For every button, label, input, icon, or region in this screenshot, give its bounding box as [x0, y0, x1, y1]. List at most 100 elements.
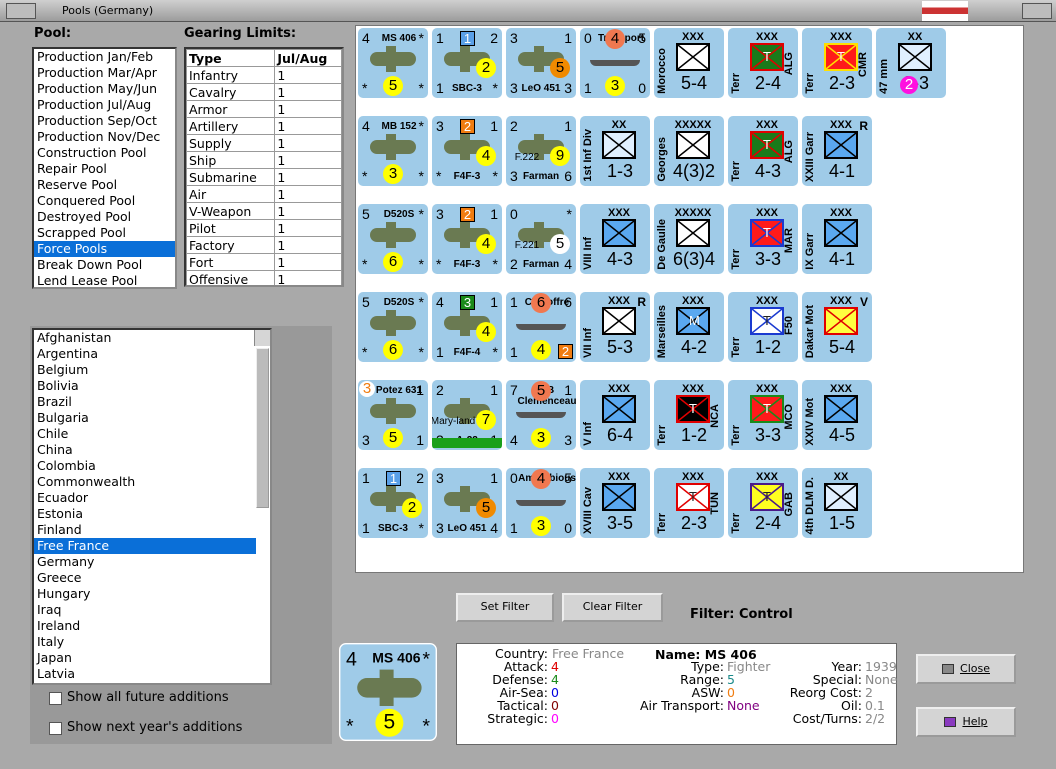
unit-counter[interactable]: 161CV Joffre642 [506, 292, 576, 362]
unit-counter[interactable]: 4 1 1 * F4F-4 3 4 [432, 292, 502, 362]
pool-item[interactable]: Break Down Pool [34, 257, 175, 273]
country-item[interactable]: Ecuador [34, 490, 256, 506]
country-item[interactable]: Afghanistan [34, 330, 256, 346]
next-year-checkbox[interactable] [49, 722, 62, 735]
unit-counter[interactable]: 4 * * * MB 152 3 [358, 116, 428, 186]
unit-counter[interactable]: Marseilles XXX M 4-2 [654, 292, 724, 362]
country-item[interactable]: Finland [34, 522, 256, 538]
unit-counter[interactable]: 0510Transport43 [580, 28, 650, 98]
home-region: TUN [709, 492, 721, 515]
country-item[interactable]: Latvia [34, 666, 256, 682]
unit-counter[interactable]: VIII Inf XXX 4-3 [580, 204, 650, 274]
unit-counter[interactable]: 0 * 2 4 Farman F.221 5 [506, 204, 576, 274]
unit-counter[interactable]: 0510Amphibious43 [506, 468, 576, 538]
counter-grid[interactable]: 4***MS 4065121*SBC-3123133LeO 45150510Tr… [355, 25, 1024, 573]
clear-filter-button[interactable]: Clear Filter [562, 593, 663, 622]
unit-counter[interactable]: 7143BB Clemenceau53 [506, 380, 576, 450]
unit-counter[interactable]: 4th DLM D. XX 1-5 [802, 468, 872, 538]
unit-counter[interactable]: 2131A-22Mary-land7 [432, 380, 502, 450]
country-item[interactable]: China [34, 442, 256, 458]
pool-item[interactable]: Destroyed Pool [34, 209, 175, 225]
country-item[interactable]: Ireland [34, 618, 256, 634]
unit-counter[interactable]: 1 3 1 3 Potez 631 5 [358, 380, 428, 450]
unit-counter[interactable]: IX Garr XXX 4-1 [802, 204, 872, 274]
pool-item[interactable]: Production Jan/Feb [34, 49, 175, 65]
country-item[interactable]: Commonwealth [34, 474, 256, 490]
pool-item[interactable]: Scrapped Pool [34, 225, 175, 241]
unit-counter[interactable]: Georges XXXXX 4(3)2 [654, 116, 724, 186]
unit-counter[interactable]: 5 * * * D520S 6 [358, 292, 428, 362]
pool-item[interactable]: Reserve Pool [34, 177, 175, 193]
unit-counter[interactable]: De Gaulle XXXXX 6(3)4 [654, 204, 724, 274]
pool-item[interactable]: Production May/Jun [34, 81, 175, 97]
unit-counter[interactable]: 47 mmXX2-32 [876, 28, 946, 98]
country-item[interactable]: Colombia [34, 458, 256, 474]
pool-item[interactable]: Production Jul/Aug [34, 97, 175, 113]
unit-name: MB 152 [381, 121, 417, 132]
country-scrollbar[interactable] [254, 330, 270, 508]
range-badge: 6 [383, 252, 403, 272]
unit-counter[interactable]: Terr XXX T 2-4 ALG [728, 28, 798, 98]
country-item[interactable]: Italy [34, 634, 256, 650]
unit-counter[interactable]: Terr XXX T 3-3 MAR [728, 204, 798, 274]
unit-counter[interactable]: Terr XXX T 1-2 NCA [654, 380, 724, 450]
pool-item[interactable]: Production Mar/Apr [34, 65, 175, 81]
future-additions-checkbox[interactable] [49, 692, 62, 705]
country-item[interactable]: Belgium [34, 362, 256, 378]
country-item[interactable]: Estonia [34, 506, 256, 522]
close-button[interactable]: Close [916, 654, 1016, 684]
unit-counter[interactable]: 3 1 3 3 LeO 451 5 [506, 28, 576, 98]
country-item[interactable]: Argentina [34, 346, 256, 362]
unit-counter[interactable]: 2 1 3 6 Farman F.222 9 [506, 116, 576, 186]
unit-size: XXX [607, 207, 630, 219]
pool-item[interactable]: Production Nov/Dec [34, 129, 175, 145]
country-item[interactable]: Iraq [34, 602, 256, 618]
unit-counter[interactable]: 5 * * * D520S 6 [358, 204, 428, 274]
unit-counter[interactable]: 1 2 1 * SBC-3 1 2 [358, 468, 428, 538]
window-control-button[interactable] [1022, 3, 1052, 19]
unit-counter[interactable]: 3 1 3 4 LeO 451 5 [432, 468, 502, 538]
pool-item[interactable]: Lend Lease Pool [34, 273, 175, 287]
unit-counter[interactable]: 1 2 1 * SBC-3 1 2 [432, 28, 502, 98]
unit-counter[interactable]: Terr XXX T 3-3 MCO [728, 380, 798, 450]
country-item[interactable]: Hungary [34, 586, 256, 602]
help-button[interactable]: Help [916, 707, 1016, 737]
set-filter-button[interactable]: Set Filter [456, 593, 554, 622]
unit-counter[interactable]: 3 1 * * F4F-3 2 4 [432, 204, 502, 274]
unit-counter[interactable]: 3 1 * * F4F-3 2 4 [432, 116, 502, 186]
unit-counter[interactable]: Morocco XXX 5-4 [654, 28, 724, 98]
unit-counter[interactable]: Dakar Mot XXX 5-4 V [802, 292, 872, 362]
unit-counter[interactable]: 1st Inf Div XX 1-3 [580, 116, 650, 186]
country-item[interactable]: Bolivia [34, 378, 256, 394]
country-item[interactable]: Japan [34, 650, 256, 666]
country-item[interactable]: Greece [34, 570, 256, 586]
unit-counter[interactable]: V Inf XXX 6-4 [580, 380, 650, 450]
unit-counter[interactable]: XXIV Mot XXX 4-5 [802, 380, 872, 450]
country-item[interactable]: Chile [34, 426, 256, 442]
unit-counter[interactable]: VII Inf XXX 5-3 R [580, 292, 650, 362]
pool-item[interactable]: Production Sep/Oct [34, 113, 175, 129]
combat-strength: 5-4 [680, 73, 707, 93]
unit-counter[interactable]: XXIII Garr XXX 4-1 R [802, 116, 872, 186]
unit-counter[interactable]: Terr XXX T 4-3 ALG [728, 116, 798, 186]
unit-counter[interactable]: Terr XXX T 2-3 CMR [802, 28, 872, 98]
pool-item[interactable]: Conquered Pool [34, 193, 175, 209]
country-item[interactable]: Germany [34, 554, 256, 570]
unit-counter[interactable]: 4 * * * MS 406 5 [358, 28, 428, 98]
unit-counter[interactable]: Terr XXX T 2-4 GAB [728, 468, 798, 538]
combat-strength: 2-4 [754, 73, 781, 93]
unit-counter[interactable]: Terr XXX T 2-3 TUN [654, 468, 724, 538]
pool-list[interactable]: Production Jan/Feb Production Mar/Apr Prod… [32, 47, 177, 289]
country-item[interactable]: Free France [34, 538, 256, 554]
unit-designation: 1st Inf Div [582, 129, 594, 182]
unit-counter[interactable]: XVIII Cav XXX 3-5 [580, 468, 650, 538]
unit-counter[interactable]: Terr XXX T 1-2 F50 [728, 292, 798, 362]
pool-item[interactable]: Force Pools [34, 241, 175, 257]
country-item[interactable]: Bulgaria [34, 410, 256, 426]
pool-item[interactable]: Repair Pool [34, 161, 175, 177]
range-badge: 5 [476, 498, 496, 518]
country-item[interactable]: Brazil [34, 394, 256, 410]
system-menu-button[interactable] [6, 3, 36, 19]
country-list[interactable]: Afghanistan Argentina Belgium Bolivia Brazil… [32, 328, 272, 685]
pool-item[interactable]: Construction Pool [34, 145, 175, 161]
